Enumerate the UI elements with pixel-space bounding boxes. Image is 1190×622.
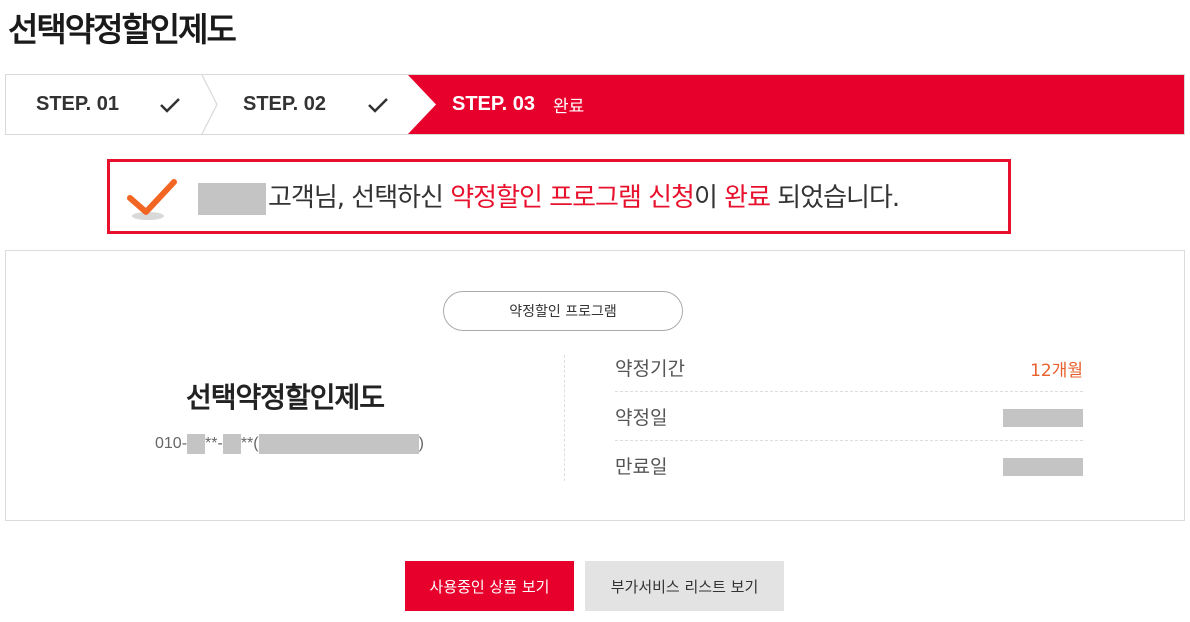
phone-sep2: ** xyxy=(240,435,254,452)
step-1-label: STEP. 01 xyxy=(36,93,120,115)
completion-text-prefix: 고객님, 선택하신 xyxy=(268,183,451,213)
expiry-date-label: 만료일 xyxy=(615,456,668,478)
step-3-sub-label: 완료 xyxy=(553,97,585,117)
step-2: STEP. 02 xyxy=(243,75,326,134)
expiry-date-row: 만료일 xyxy=(615,442,1083,490)
contract-period-value: 12개월 xyxy=(1030,361,1083,381)
completion-message: 고객님, 선택하신 약정할인 프로그램 신청이 완료 되었습니다. xyxy=(107,159,1011,234)
phone-number: 010- **- ** ( ) xyxy=(155,434,424,454)
contract-period-row: 약정기간 12개월 xyxy=(615,344,1083,392)
completion-text-mid: 이 xyxy=(693,183,725,213)
step-3-label: STEP. 03 xyxy=(452,93,536,115)
step-2-label: STEP. 02 xyxy=(243,93,327,115)
masked-digits xyxy=(222,434,241,454)
page-title: 선택약정할인제도 xyxy=(8,10,237,49)
masked-digits xyxy=(187,434,206,454)
view-addon-services-button[interactable]: 부가서비스 리스트 보기 xyxy=(585,561,784,611)
completion-text: 고객님, 선택하신 약정할인 프로그램 신청이 완료 되었습니다. xyxy=(268,178,900,218)
subscription-info-card: 약정할인 프로그램 선택약정할인제도 010- **- ** ( ) 약정기간 … xyxy=(5,250,1185,521)
contract-date-row: 약정일 xyxy=(615,393,1083,441)
masked-contract-date xyxy=(1003,409,1083,427)
phone-paren-close: ) xyxy=(418,435,424,452)
plan-name: 선택약정할인제도 xyxy=(185,381,385,414)
phone-sep1: **- xyxy=(205,435,223,452)
step-3: STEP. 03 완료 xyxy=(452,75,584,134)
completion-text-suffix: 되었습니다. xyxy=(770,183,900,213)
contract-period-label: 약정기간 xyxy=(615,358,685,380)
card-divider xyxy=(564,355,565,481)
step-progress-bar: STEP. 01 STEP. 02 STEP. 03 완료 xyxy=(5,74,1185,135)
view-current-products-button[interactable]: 사용중인 상품 보기 xyxy=(405,561,574,611)
check-icon xyxy=(127,179,177,220)
phone-prefix: 010- xyxy=(155,435,188,452)
check-icon xyxy=(367,75,389,134)
step-1: STEP. 01 xyxy=(36,75,119,134)
contract-date-label: 약정일 xyxy=(615,407,668,429)
check-icon xyxy=(159,75,181,134)
program-badge: 약정할인 프로그램 xyxy=(443,291,683,331)
step-divider-icon xyxy=(201,75,218,134)
masked-customer-name xyxy=(198,183,266,215)
highlight-program: 약정할인 프로그램 신청 xyxy=(450,183,695,213)
masked-phone-detail xyxy=(258,434,419,454)
highlight-done: 완료 xyxy=(724,183,771,213)
masked-expiry-date xyxy=(1003,458,1083,476)
